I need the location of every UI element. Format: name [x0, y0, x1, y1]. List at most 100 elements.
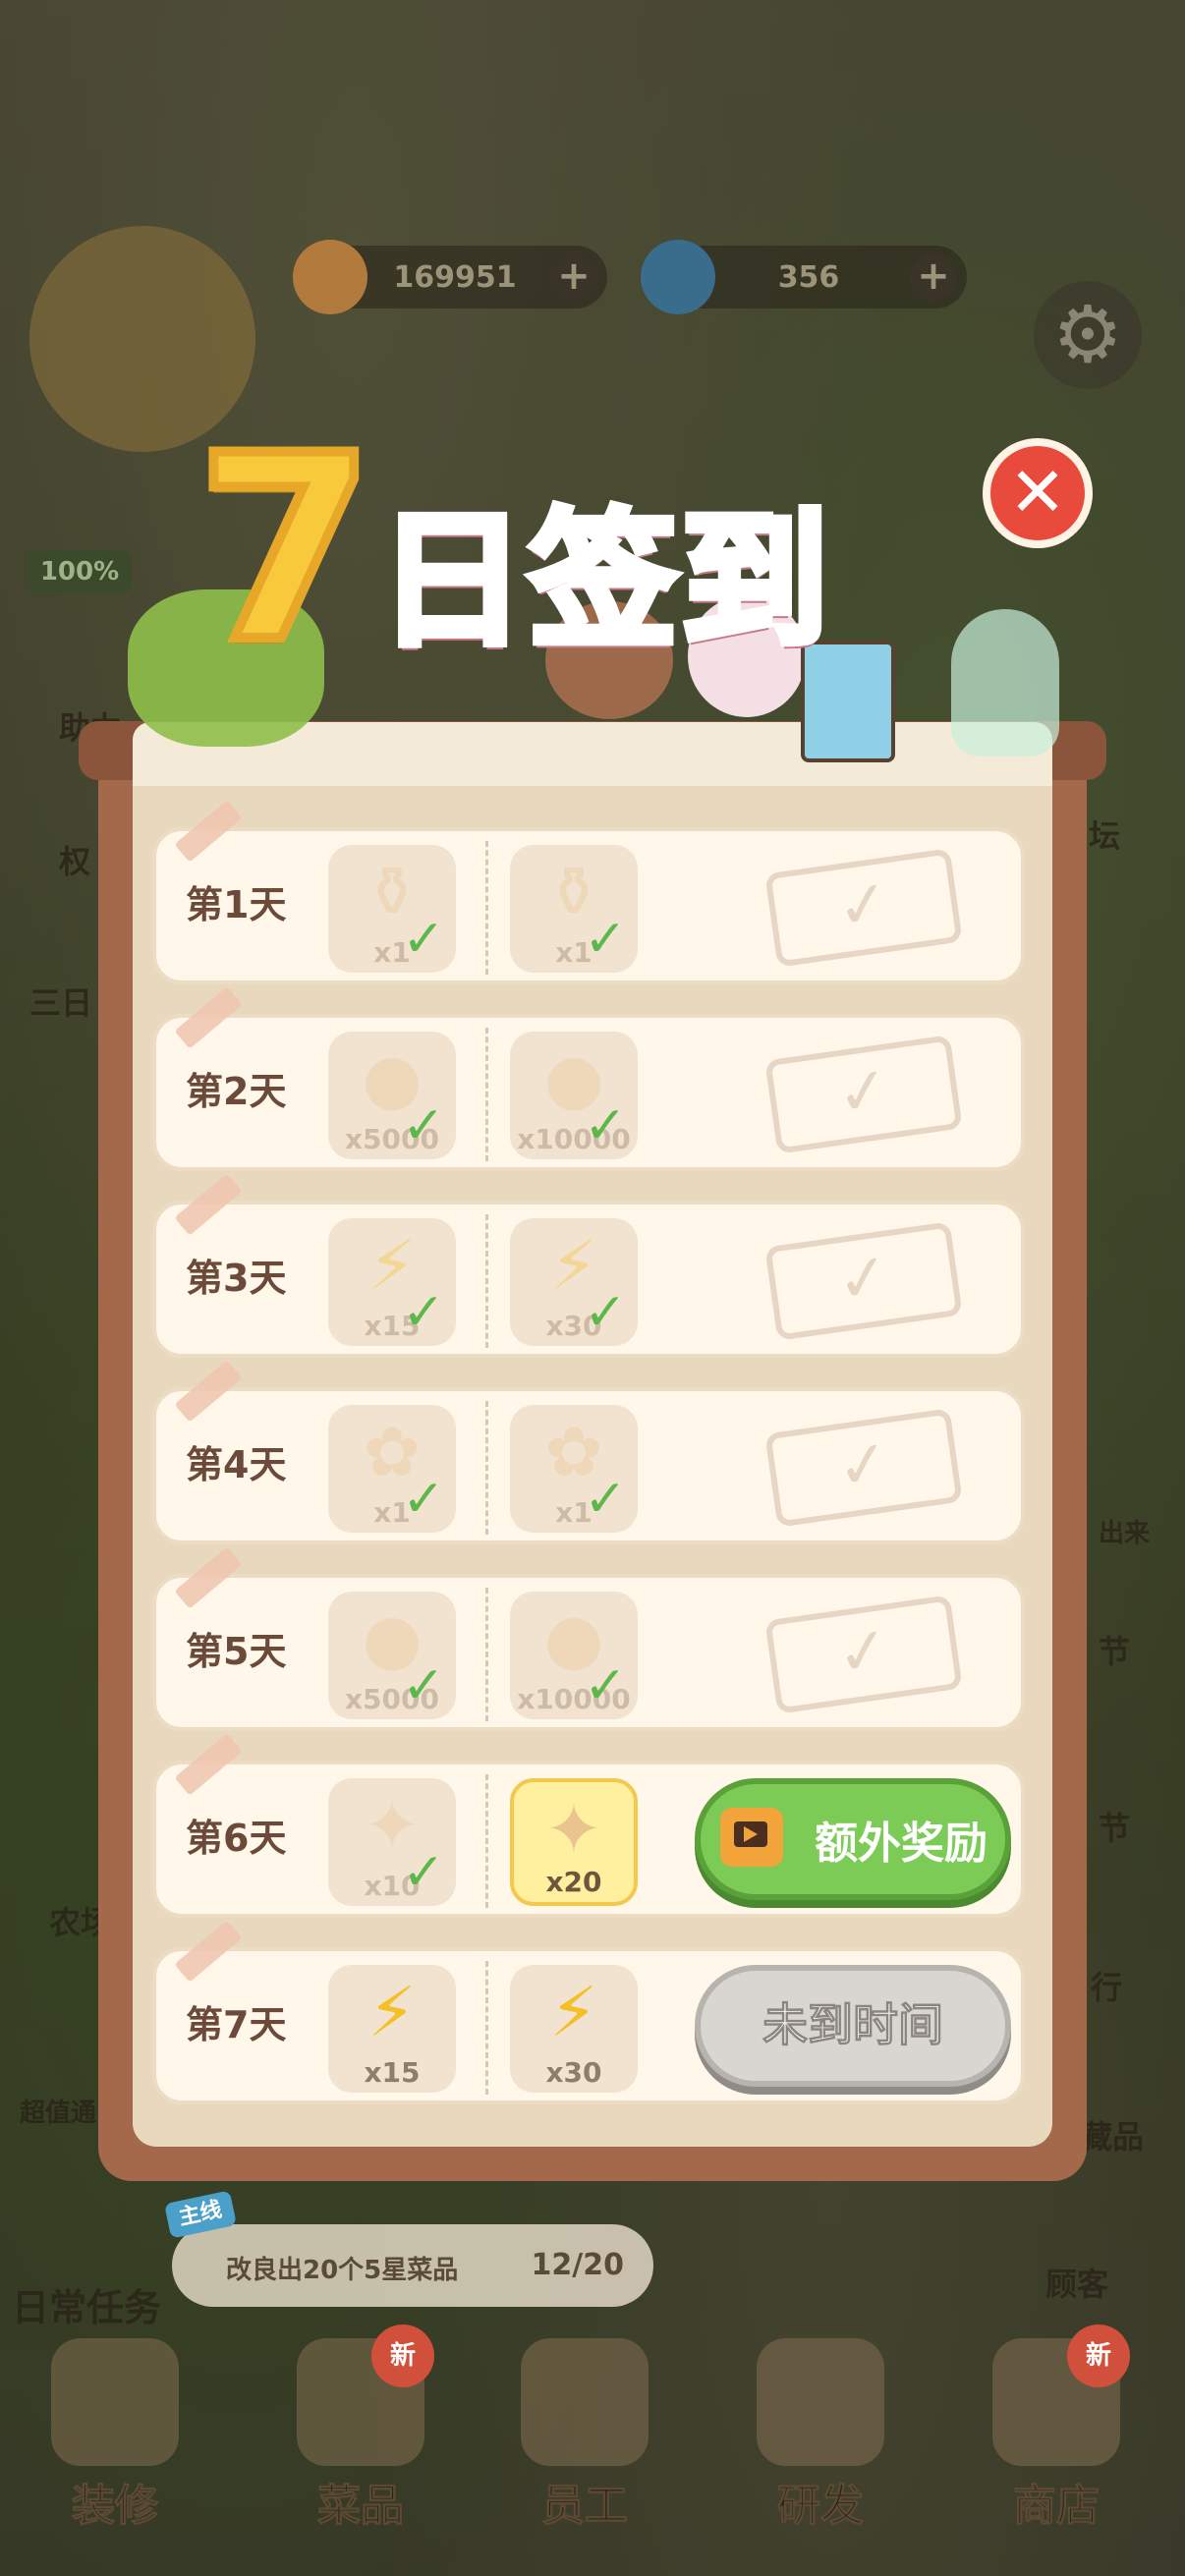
- day-label: 第3天: [186, 1257, 287, 1300]
- settings-gear-icon[interactable]: ⚙: [1034, 281, 1142, 389]
- quest-text: 改良出20个5星菜品: [226, 2256, 459, 2285]
- coin-counter: 169951 +: [293, 240, 607, 314]
- day-label: 第1天: [186, 883, 287, 926]
- close-button[interactable]: ✕: [983, 438, 1093, 548]
- reward-slot[interactable]: ✦ x10 ✓: [328, 1778, 456, 1906]
- checkmark-icon: ✓: [402, 1843, 445, 1902]
- checkmark-icon: ✓: [584, 1096, 627, 1155]
- reward-quantity: x15: [364, 2056, 421, 2089]
- extra-reward-label: 额外奖励: [815, 1819, 988, 1869]
- row-divider: [485, 841, 488, 975]
- reward-slot[interactable]: ● x5000 ✓: [328, 1592, 456, 1719]
- side-label-festival-2[interactable]: 节: [1099, 1804, 1130, 1849]
- claimed-stamp-icon: ✓: [764, 848, 963, 968]
- row-divider: [485, 1588, 488, 1721]
- reward-slot[interactable]: ⚡ x30: [510, 1965, 638, 2093]
- gem-counter: 356 +: [641, 240, 967, 314]
- reward-slot[interactable]: ⚡ x15: [328, 1965, 456, 2093]
- side-label-out[interactable]: 出来: [1099, 1513, 1150, 1549]
- side-label-travel[interactable]: 行: [1091, 1963, 1122, 2008]
- checkmark-icon: ✓: [402, 910, 445, 969]
- row-divider: [485, 1401, 488, 1535]
- progress-badge: 100%: [28, 550, 132, 593]
- checkmark-icon: ✓: [584, 1283, 627, 1342]
- main-quest-bar[interactable]: 改良出20个5星菜品 12/20: [172, 2224, 653, 2307]
- checkin-row: 第2天 ● x5000 ✓ ● x10000 ✓ ✓: [152, 986, 1025, 1171]
- day-label: 第2天: [186, 1070, 287, 1113]
- checkmark-icon: ✓: [402, 1470, 445, 1529]
- day-label: 第6天: [186, 1817, 287, 1860]
- quest-count: 12/20: [531, 2248, 624, 2282]
- new-badge: 新: [1067, 2324, 1130, 2387]
- not-yet-label: 未到时间: [762, 1998, 944, 2052]
- claimed-stamp-icon: ✓: [764, 1408, 963, 1528]
- research-icon: [757, 2338, 884, 2466]
- side-label-collection[interactable]: 藏品: [1081, 2112, 1144, 2157]
- side-label-value-pass[interactable]: 超值通: [20, 2093, 96, 2129]
- side-label-festival-1[interactable]: 节: [1099, 1627, 1130, 1672]
- side-label-three-day[interactable]: 三日: [29, 979, 92, 1024]
- checkin-row: 第7天 ⚡ x15 ⚡ x30 未到时间: [152, 1920, 1025, 2104]
- nav-shop[interactable]: 商店 新: [983, 2324, 1130, 2533]
- nav-label: 研发: [777, 2481, 865, 2532]
- checkin-row: 第3天 ⚡ x15 ✓ ⚡ x30 ✓ ✓: [152, 1173, 1025, 1358]
- paw-coin-icon: [293, 240, 367, 314]
- nav-label: 商店: [1013, 2481, 1100, 2532]
- add-gems-button[interactable]: +: [910, 253, 957, 301]
- nav-research[interactable]: 研发: [747, 2338, 894, 2533]
- reward-slot[interactable]: ⚡ x15 ✓: [328, 1218, 456, 1346]
- lightning-icon: ⚡: [549, 1972, 598, 2052]
- claimed-stamp-icon: ✓: [764, 1221, 963, 1341]
- side-label-forum[interactable]: 坛: [1089, 812, 1120, 857]
- side-label-rights[interactable]: 权: [59, 837, 90, 882]
- checkin-row: 第1天 ⚱ x1 ✓ ⚱ x1 ✓ ✓: [152, 800, 1025, 984]
- row-divider: [485, 1028, 488, 1161]
- not-yet-button[interactable]: 未到时间: [695, 1965, 1011, 2087]
- claimed-stamp-icon: ✓: [764, 1035, 963, 1154]
- claimed-stamp-icon: ✓: [764, 1595, 963, 1714]
- candy-jar-icon: [951, 609, 1059, 756]
- row-divider: [485, 1961, 488, 2095]
- nav-label: 员工: [541, 2481, 629, 2532]
- decorate-icon: [51, 2338, 179, 2466]
- checkmark-icon: ✓: [584, 1470, 627, 1529]
- checkmark-icon: ✓: [402, 1096, 445, 1155]
- coin-value: 169951: [393, 259, 517, 295]
- staff-icon: [521, 2338, 649, 2466]
- day-label: 第5天: [186, 1630, 287, 1673]
- reward-slot[interactable]: ● x10000 ✓: [510, 1032, 638, 1159]
- reward-slot[interactable]: ✿ x1 ✓: [328, 1405, 456, 1533]
- add-coins-button[interactable]: +: [550, 253, 597, 301]
- checkin-row: 第6天 ✦ x10 ✓ ✦ x20 额外奖励: [152, 1733, 1025, 1918]
- reward-slot[interactable]: ● x10000 ✓: [510, 1592, 638, 1719]
- new-badge: 新: [371, 2324, 434, 2387]
- nav-staff[interactable]: 员工: [511, 2338, 658, 2533]
- gem-value: 356: [777, 259, 840, 295]
- gem-bag-icon: ✦: [544, 1789, 603, 1870]
- title-number: 7: [192, 402, 379, 699]
- reward-slot[interactable]: ⚡ x30 ✓: [510, 1218, 638, 1346]
- side-label-customers[interactable]: 顾客: [1045, 2260, 1108, 2305]
- reward-slot[interactable]: ✦ x20: [510, 1778, 638, 1906]
- reward-quantity: x20: [545, 1866, 602, 1898]
- day-label: 第7天: [186, 2003, 287, 2046]
- nav-dishes[interactable]: 菜品 新: [287, 2324, 434, 2533]
- reward-slot[interactable]: ● x5000 ✓: [328, 1032, 456, 1159]
- reward-slot[interactable]: ⚱ x1 ✓: [510, 845, 638, 973]
- day-label: 第4天: [186, 1443, 287, 1486]
- reward-slot[interactable]: ✿ x1 ✓: [510, 1405, 638, 1533]
- star-gem-icon: [641, 240, 715, 314]
- row-divider: [485, 1214, 488, 1348]
- checkmark-icon: ✓: [584, 910, 627, 969]
- checkmark-icon: ✓: [584, 1656, 627, 1715]
- lightning-icon: ⚡: [367, 1972, 417, 2052]
- checkin-row: 第4天 ✿ x1 ✓ ✿ x1 ✓ ✓: [152, 1360, 1025, 1544]
- extra-reward-button[interactable]: 额外奖励: [695, 1778, 1011, 1900]
- row-divider: [485, 1774, 488, 1908]
- nav-label: 菜品: [317, 2481, 405, 2532]
- nav-decorate[interactable]: 装修: [41, 2338, 189, 2533]
- checkin-row: 第5天 ● x5000 ✓ ● x10000 ✓ ✓: [152, 1546, 1025, 1731]
- daily-tasks-label[interactable]: 日常任务: [12, 2277, 161, 2331]
- video-ad-icon: [720, 1808, 783, 1867]
- reward-slot[interactable]: ⚱ x1 ✓: [328, 845, 456, 973]
